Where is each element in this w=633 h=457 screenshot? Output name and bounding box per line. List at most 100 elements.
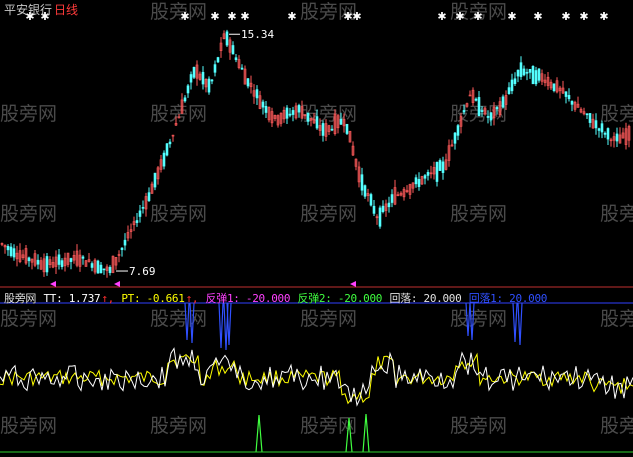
candle-body bbox=[372, 205, 376, 214]
candle-body bbox=[423, 175, 427, 179]
candle-body bbox=[207, 78, 211, 93]
indicator-legend: 股旁网 TT: 1.737↑, PT: -0.661↑, 反弹1: -20.00… bbox=[4, 290, 549, 306]
candle-body bbox=[426, 172, 430, 176]
watermark-text: 股旁网 bbox=[0, 103, 57, 125]
candle-body bbox=[414, 177, 418, 185]
left-marker-1 bbox=[50, 281, 56, 287]
candle-body bbox=[522, 68, 526, 76]
candle-body bbox=[192, 66, 196, 78]
star-marker: ✱ bbox=[210, 10, 219, 23]
candle-body bbox=[453, 132, 457, 144]
watermarks: 股旁网股旁网股旁网股旁网股旁网股旁网股旁网股旁网股旁网股旁网股旁网股旁网股旁网股… bbox=[0, 1, 633, 437]
candle-body bbox=[525, 72, 529, 74]
star-marker: ✱ bbox=[455, 10, 464, 23]
candle-body bbox=[60, 260, 64, 267]
candle-body bbox=[570, 100, 574, 105]
candle-body bbox=[135, 220, 139, 223]
peak-annotation-label: 15.34 bbox=[241, 28, 274, 41]
candle-body bbox=[201, 71, 205, 85]
candle-body bbox=[321, 123, 325, 136]
candle-body bbox=[108, 267, 112, 273]
candle-body bbox=[510, 79, 514, 92]
candle-body bbox=[120, 247, 124, 250]
star-marker: ✱ bbox=[507, 10, 516, 23]
watermark-text: 股旁网 bbox=[450, 415, 507, 437]
candle-body bbox=[606, 128, 610, 140]
candle-body bbox=[495, 107, 499, 110]
star-marker: ✱ bbox=[533, 10, 542, 23]
candle-body bbox=[516, 69, 520, 77]
candle-body bbox=[90, 263, 94, 268]
candle-body bbox=[261, 101, 265, 108]
candle-body bbox=[360, 174, 364, 191]
candle-body bbox=[27, 257, 31, 262]
candle-body bbox=[168, 141, 172, 145]
rebound-signal-spike bbox=[362, 413, 370, 453]
candle-body bbox=[210, 79, 214, 82]
candle-body bbox=[438, 160, 442, 171]
candle-body bbox=[69, 258, 73, 262]
candle-body bbox=[99, 264, 103, 274]
candle-body bbox=[435, 161, 439, 182]
candle-body bbox=[45, 256, 49, 273]
candle-body bbox=[306, 112, 310, 122]
candle-body bbox=[162, 152, 166, 167]
candle-body bbox=[246, 78, 250, 87]
candle-body bbox=[57, 254, 61, 265]
watermark-text: 股旁网 bbox=[600, 308, 633, 330]
star-marker: ✱ bbox=[561, 10, 570, 23]
candle-body bbox=[291, 110, 295, 115]
candle-body bbox=[345, 123, 349, 134]
oscillator-lines bbox=[0, 347, 633, 407]
star-marker: ✱ bbox=[579, 10, 588, 23]
candle-body bbox=[378, 207, 382, 227]
legend-item-2: 反弹1: -20.000 bbox=[199, 292, 291, 305]
candle-body bbox=[255, 89, 259, 99]
star-marker: ✱ bbox=[343, 10, 352, 23]
candle-body bbox=[234, 57, 238, 61]
fall-signal-spike bbox=[218, 302, 224, 349]
candle-body bbox=[603, 132, 607, 135]
watermark-text: 股旁网 bbox=[300, 308, 357, 330]
candle-body bbox=[189, 74, 193, 83]
symbol-name: 平安银行 bbox=[4, 3, 53, 17]
candle-body bbox=[81, 256, 85, 259]
star-marker: ✱ bbox=[437, 10, 446, 23]
candle-body bbox=[186, 85, 190, 94]
star-marker: ✱ bbox=[227, 10, 236, 23]
candlestick-series bbox=[0, 29, 631, 278]
candle-body bbox=[36, 259, 40, 265]
candle-body bbox=[387, 202, 391, 208]
candle-body bbox=[297, 105, 301, 113]
candle-body bbox=[183, 97, 187, 102]
candle-body bbox=[600, 123, 604, 133]
candle-body bbox=[462, 110, 466, 113]
watermark-text: 股旁网 bbox=[0, 203, 57, 225]
candle-body bbox=[537, 68, 541, 81]
candle-body bbox=[240, 67, 244, 70]
watermark-text: 股旁网 bbox=[150, 308, 207, 330]
candle-body bbox=[96, 260, 100, 274]
candle-body bbox=[165, 143, 169, 156]
watermark-text: 股旁网 bbox=[150, 1, 207, 23]
star-marker: ✱ bbox=[473, 10, 482, 23]
chart-window: 股旁网股旁网股旁网股旁网股旁网股旁网股旁网股旁网股旁网股旁网股旁网股旁网股旁网股… bbox=[0, 0, 633, 457]
star-marker: ✱ bbox=[352, 10, 361, 23]
candle-body bbox=[147, 192, 151, 202]
watermark-text: 股旁网 bbox=[0, 415, 57, 437]
candle-body bbox=[489, 112, 493, 121]
watermark-text: 股旁网 bbox=[0, 308, 57, 330]
candle-body bbox=[390, 194, 394, 203]
indicator-name: 股旁网 bbox=[4, 292, 37, 305]
candle-body bbox=[501, 96, 505, 108]
left-marker-2 bbox=[114, 281, 120, 287]
candle-body bbox=[552, 83, 556, 92]
legend-item-1: PT: -0.661 bbox=[115, 292, 185, 305]
watermark-text: 股旁网 bbox=[600, 203, 633, 225]
trough-annotation-label: 7.69 bbox=[129, 265, 156, 278]
candle-body bbox=[567, 95, 571, 100]
star-marker: ✱ bbox=[240, 10, 249, 23]
candle-body bbox=[141, 207, 145, 209]
candle-body bbox=[231, 45, 235, 55]
candle-body bbox=[528, 68, 532, 73]
